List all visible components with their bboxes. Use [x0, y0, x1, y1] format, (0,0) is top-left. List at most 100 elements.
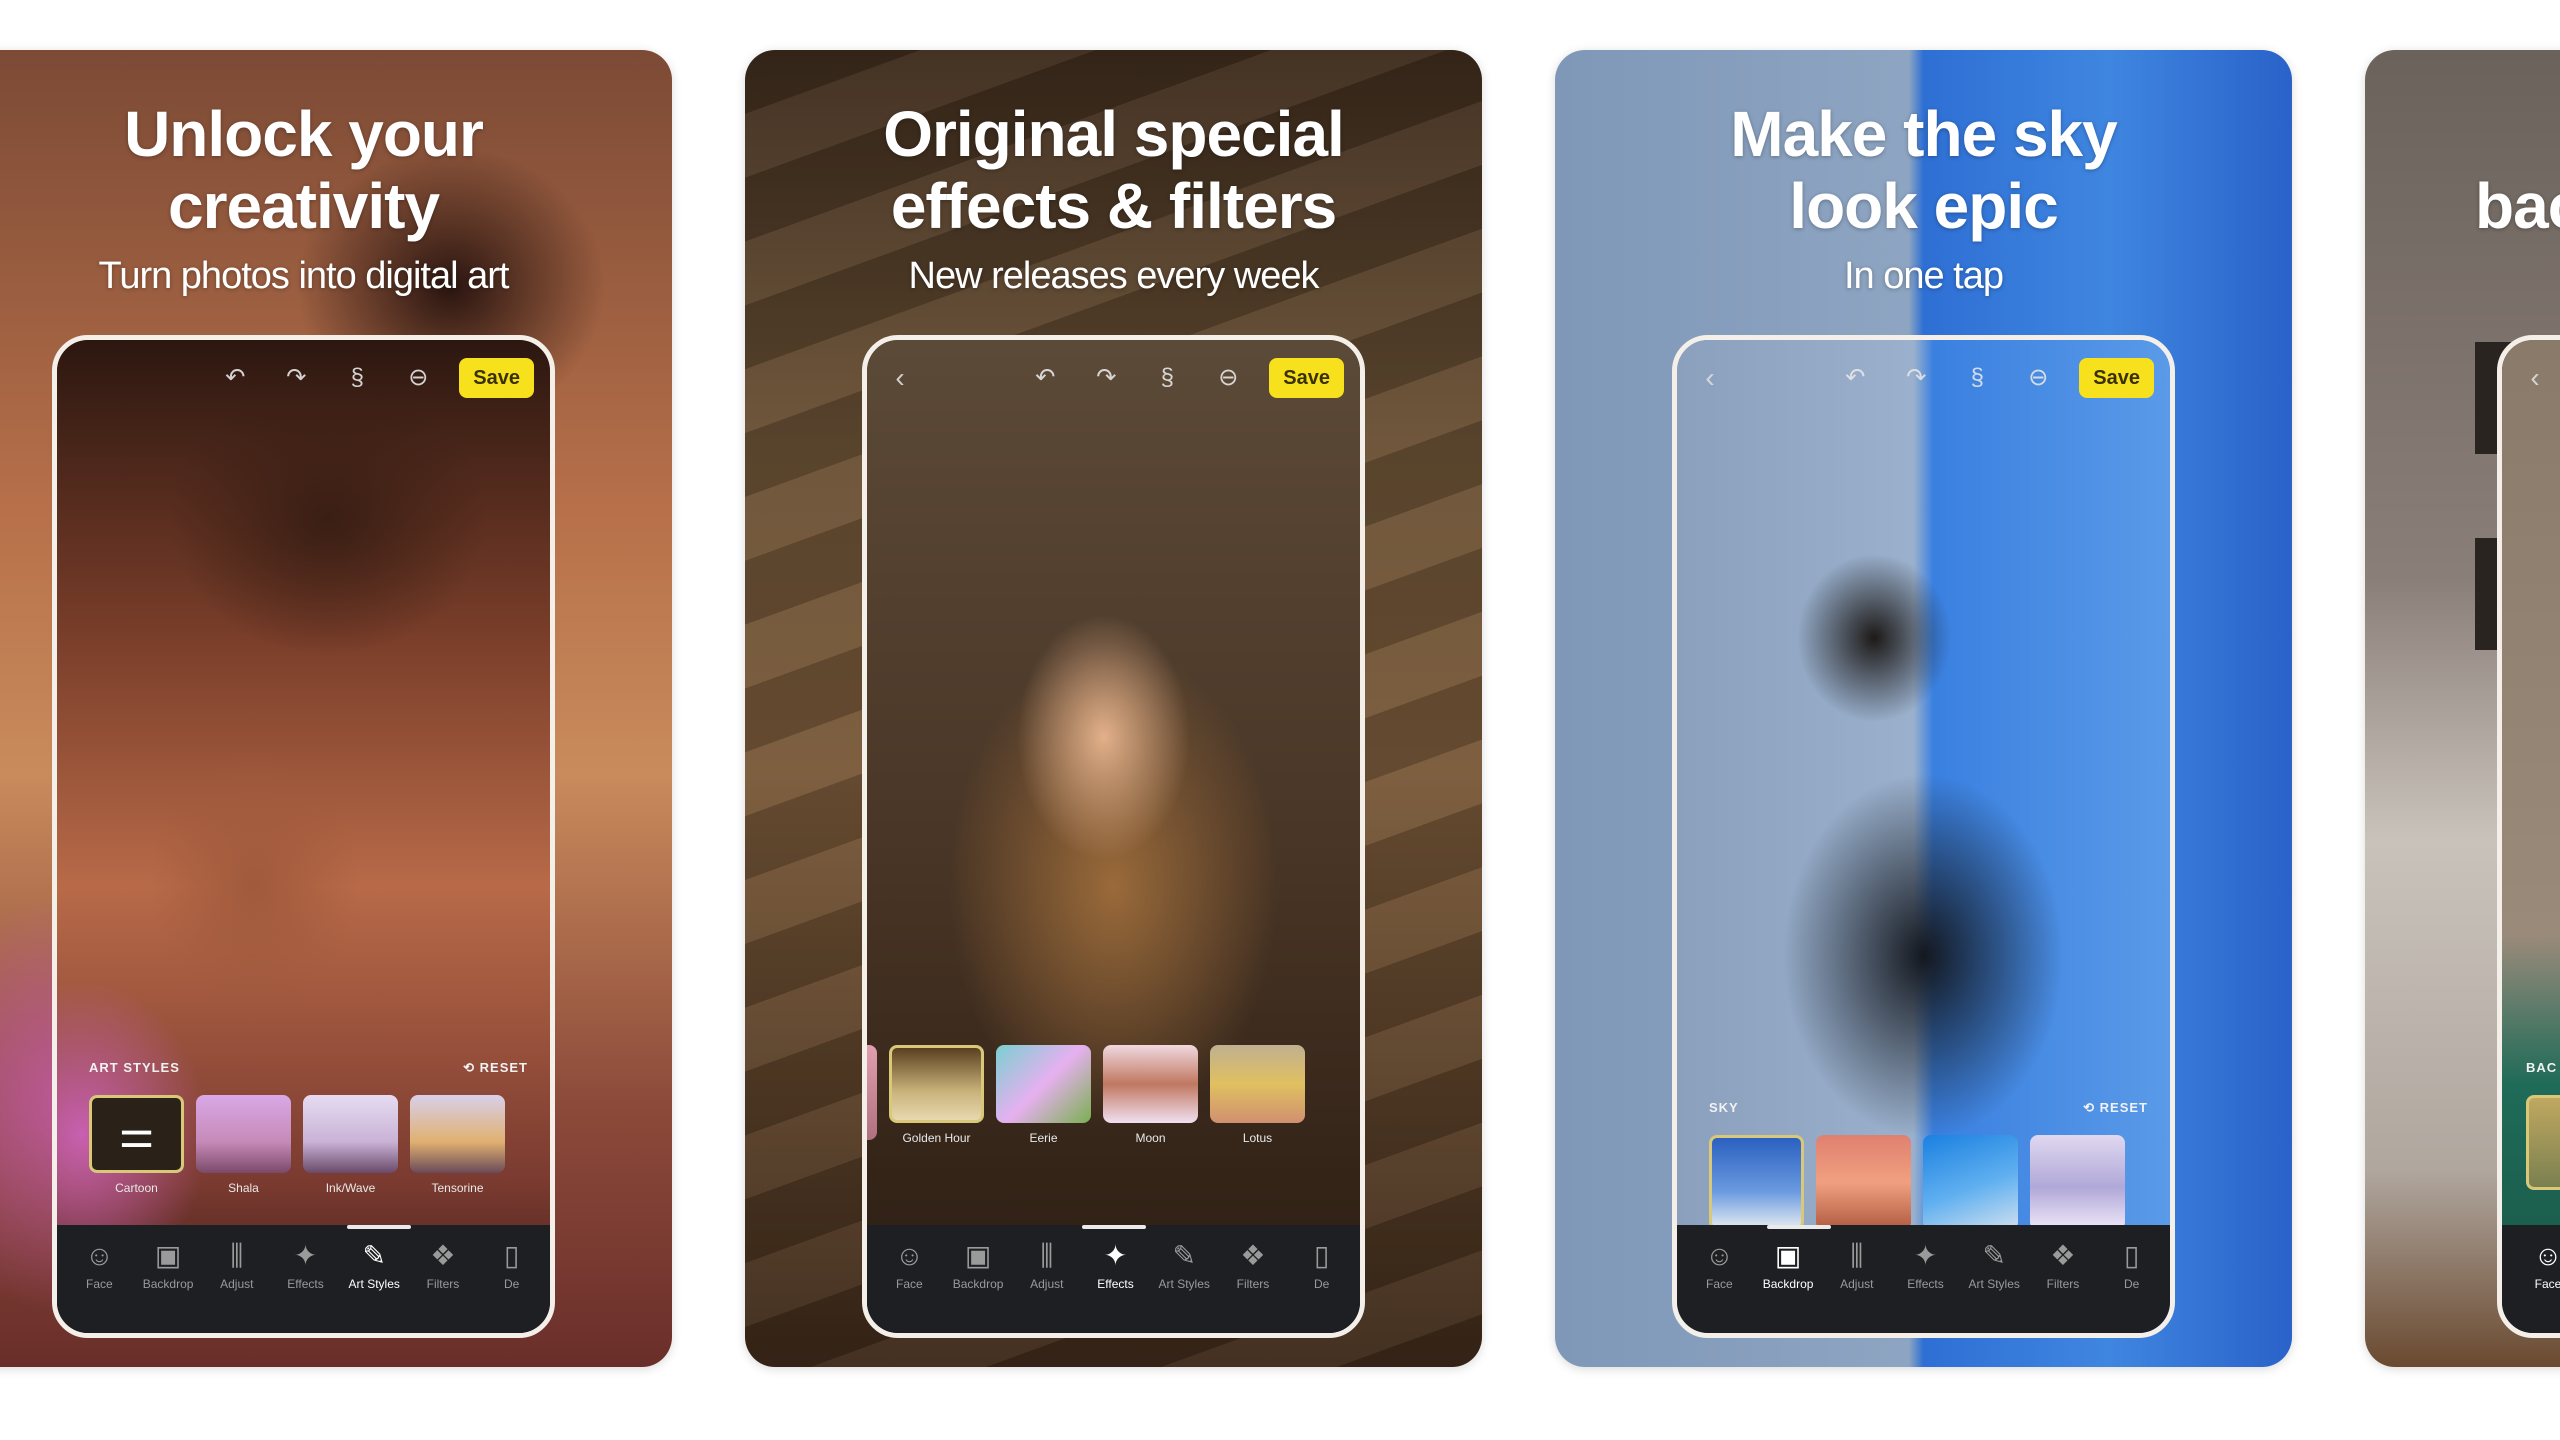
style-thumb[interactable]: Shala [196, 1095, 291, 1195]
panel-header: BAC [2526, 1060, 2560, 1084]
effects-icon: ✦ [1103, 1240, 1128, 1271]
nav-more[interactable]: ▯ De [2103, 1239, 2160, 1333]
compare-icon[interactable]: § [1964, 365, 1990, 391]
save-button[interactable]: Save [2079, 358, 2154, 398]
nav-label: De [504, 1277, 520, 1291]
nav-label: Backdrop [142, 1277, 194, 1291]
thumb-image [889, 1045, 984, 1123]
art-styles-icon: ✎ [1172, 1240, 1196, 1271]
adjust-icon: ⫼ [1850, 1240, 1864, 1271]
card-subline: Turn photos into digital art [98, 255, 510, 297]
screenshot-card-effects[interactable]: Original special effects & filters New r… [745, 50, 1482, 1367]
nav-face[interactable]: ☺ Face [71, 1239, 128, 1333]
nav-more[interactable]: ▯ De [483, 1239, 540, 1333]
nav-filters[interactable]: ❖ Filters [415, 1239, 472, 1333]
nav-filters[interactable]: ❖ Filters [1225, 1239, 1282, 1333]
nav-adjust[interactable]: ⫼ Adjust [1018, 1239, 1075, 1333]
nav-label: Face [2534, 1277, 2560, 1291]
nav-more[interactable]: ▯ De [1293, 1239, 1350, 1333]
save-button[interactable]: Save [1269, 358, 1344, 398]
more-circle-icon[interactable]: ⊖ [1215, 365, 1241, 391]
active-tab-indicator [347, 1225, 411, 1229]
thumb-image [2030, 1135, 2125, 1230]
redo-icon[interactable]: ↷ [1903, 365, 1929, 391]
screenshot-card-sky[interactable]: Make the sky look epic In one tap ‹ ↶ ↷ … [1555, 50, 2292, 1367]
editor-toolbar: ‹ [2518, 358, 2560, 398]
style-thumb[interactable]: Ink/Wave [303, 1095, 398, 1195]
card-subline: New releases every week [908, 255, 1320, 297]
thumb-label: Moon [1135, 1131, 1166, 1145]
nav-label: Art Styles [348, 1277, 400, 1291]
nav-backdrop[interactable]: ▣ Backdrop [1760, 1239, 1817, 1333]
headline-line-1: Unlock your [124, 98, 484, 170]
active-tab-indicator [1767, 1225, 1831, 1229]
nav-adjust[interactable]: ⫼ Adjust [1828, 1239, 1885, 1333]
active-tab-indicator [1082, 1225, 1146, 1229]
back-chevron-icon[interactable]: ‹ [887, 364, 913, 392]
backdrop-thumb[interactable] [2526, 1095, 2560, 1195]
nav-face[interactable]: ☺ Face [1691, 1239, 1748, 1333]
redo-icon[interactable]: ↷ [1093, 365, 1119, 391]
screenshot-card-art-styles[interactable]: Unlock your creativity Turn photos into … [0, 50, 672, 1367]
sky-thumb[interactable] [1923, 1135, 2018, 1235]
thumb-image [1210, 1045, 1305, 1123]
redo-icon[interactable]: ↷ [283, 365, 309, 391]
undo-icon[interactable]: ↶ [1842, 365, 1868, 391]
nav-face[interactable]: ☺ Face [2516, 1239, 2560, 1333]
panel-label: SKY [1709, 1100, 1739, 1115]
effect-thumb[interactable]: Lotus [1210, 1045, 1305, 1145]
nav-art-styles[interactable]: ✎ Art Styles [1156, 1239, 1213, 1333]
nav-effects[interactable]: ✦ Effects [1897, 1239, 1954, 1333]
filters-icon: ❖ [1240, 1240, 1266, 1271]
nav-label: De [2124, 1277, 2140, 1291]
nav-label: Face [1706, 1277, 1733, 1291]
phone-mockup: ‹ ↶ ↷ § ⊖ Save Golden Hour Eerie Moon Lo… [862, 335, 1365, 1338]
undo-icon[interactable]: ↶ [222, 365, 248, 391]
nav-face[interactable]: ☺ Face [881, 1239, 938, 1333]
more-circle-icon[interactable]: ⊖ [405, 365, 431, 391]
effect-thumb[interactable]: Eerie [996, 1045, 1091, 1145]
save-button[interactable]: Save [459, 358, 534, 398]
nav-label: Backdrop [1762, 1277, 1814, 1291]
panel-label: ART STYLES [89, 1060, 180, 1075]
reset-button[interactable]: ⟲ RESET [2083, 1100, 2148, 1124]
thumb-label: Eerie [1029, 1131, 1058, 1145]
reset-label: RESET [479, 1060, 528, 1075]
nav-effects[interactable]: ✦ Effects [1087, 1239, 1144, 1333]
nav-effects[interactable]: ✦ Effects [277, 1239, 334, 1333]
back-chevron-icon[interactable]: ‹ [2522, 364, 2548, 392]
effect-thumb[interactable]: Moon [1103, 1045, 1198, 1145]
screenshot-card-backdrop-partial[interactable]: bac ‹ BAC ☺Face [2365, 50, 2560, 1367]
nav-art-styles[interactable]: ✎ Art Styles [1966, 1239, 2023, 1333]
adjust-icon: ⫼ [1040, 1240, 1054, 1271]
more-circle-icon[interactable]: ⊖ [2025, 365, 2051, 391]
reset-button[interactable]: ⟲ RESET [463, 1060, 528, 1084]
backdrop-icon: ▣ [1774, 1240, 1802, 1271]
back-chevron-icon[interactable]: ‹ [1697, 364, 1723, 392]
undo-icon[interactable]: ↶ [1032, 365, 1058, 391]
panel-header: ART STYLES ⟲ RESET [89, 1060, 528, 1084]
editor-toolbar: ↶ ↷ § ⊖ Save [73, 358, 534, 398]
nav-art-styles[interactable]: ✎ Art Styles [346, 1239, 403, 1333]
bottom-nav: ☺ Face ▣ Backdrop ⫼ Adjust ✦ Effects ✎ Art St… [57, 1225, 550, 1333]
style-thumb[interactable]: Tensorine [410, 1095, 505, 1195]
nav-adjust[interactable]: ⫼ Adjust [208, 1239, 265, 1333]
bottom-nav: ☺ Face [2502, 1225, 2560, 1333]
sliders-icon: ⚌ [89, 1095, 184, 1173]
nav-backdrop[interactable]: ▣ Backdrop [140, 1239, 197, 1333]
editor-toolbar: ‹ ↶ ↷ § ⊖ Save [1693, 358, 2154, 398]
phone-mockup: ‹ BAC ☺ Face [2497, 335, 2560, 1338]
effect-thumb[interactable]: Golden Hour [889, 1045, 984, 1145]
effect-thumb-partial[interactable] [867, 1045, 877, 1145]
compare-icon[interactable]: § [1154, 365, 1180, 391]
nav-backdrop[interactable]: ▣ Backdrop [950, 1239, 1007, 1333]
compare-icon[interactable]: § [344, 365, 370, 391]
adjust-icon: ⫼ [230, 1240, 244, 1271]
style-thumb[interactable]: ⚌ Cartoon [89, 1095, 184, 1195]
sky-thumb[interactable] [1709, 1135, 1804, 1235]
headline-line-1: Original special [883, 98, 1345, 170]
sky-thumb[interactable] [1816, 1135, 1911, 1235]
nav-filters[interactable]: ❖ Filters [2035, 1239, 2092, 1333]
nav-label: Adjust [1840, 1277, 1874, 1291]
sky-thumb[interactable] [2030, 1135, 2125, 1235]
